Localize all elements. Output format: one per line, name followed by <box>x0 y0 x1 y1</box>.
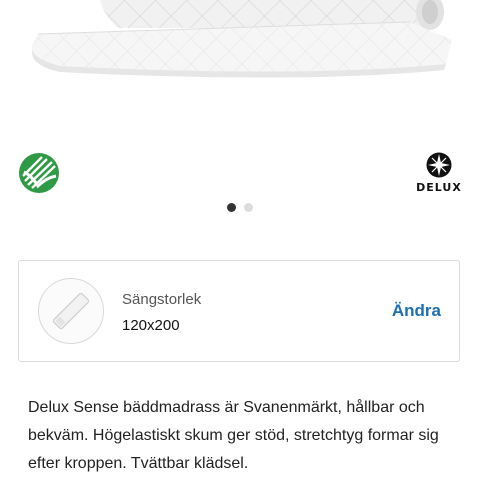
bed-size-selector[interactable]: Sängstorlek 120x200 Ändra <box>18 260 460 362</box>
nordic-swan-ecolabel-icon <box>18 152 60 194</box>
delux-brand-logo: DELUX <box>414 152 464 198</box>
product-image[interactable] <box>0 0 480 130</box>
bed-size-icon <box>38 278 104 344</box>
carousel-dot-2[interactable] <box>244 203 253 212</box>
delux-star-icon <box>426 152 452 178</box>
carousel-dots <box>0 203 480 213</box>
product-description: Delux Sense bäddmadrass är Svanenmärkt, … <box>28 399 439 472</box>
carousel-dot-1[interactable] <box>227 203 236 212</box>
change-size-link[interactable]: Ändra <box>392 301 441 321</box>
mattress-topper-image <box>31 0 452 78</box>
size-label: Sängstorlek <box>122 291 202 308</box>
size-value: 120x200 <box>122 317 180 334</box>
delux-logo-text: DELUX <box>416 181 462 194</box>
